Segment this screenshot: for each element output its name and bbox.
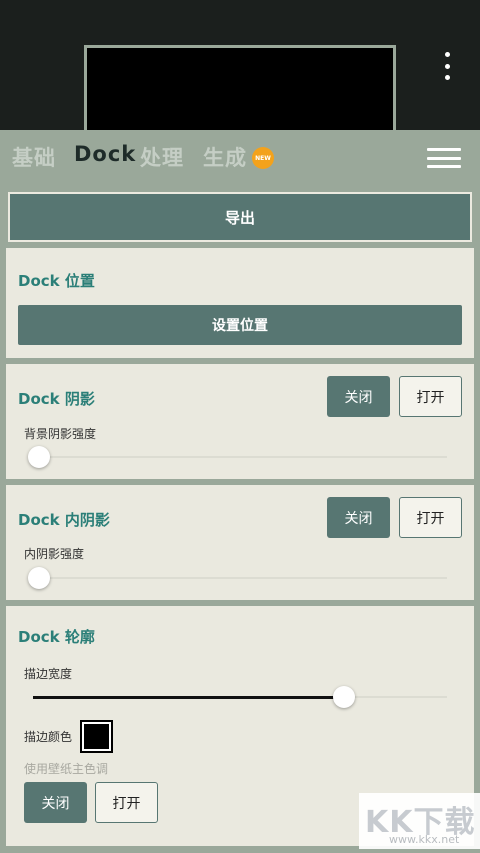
slider-thumb[interactable] xyxy=(332,686,355,708)
outline-color-swatch[interactable] xyxy=(80,720,113,753)
dock-preview xyxy=(84,45,396,135)
more-vert-icon[interactable] xyxy=(438,52,456,80)
wallpaper-color-hint[interactable]: 使用壁纸主色调 xyxy=(24,760,108,777)
new-badge: NEW xyxy=(252,147,274,169)
slider-thumb[interactable] xyxy=(28,446,50,468)
outline-off-button[interactable]: 关闭 xyxy=(24,782,87,823)
settings-content: 导出 Dock 位置 设置位置 Dock 阴影 关闭 打开 背景阴影强度 Doc… xyxy=(0,186,480,853)
shadow-on-button[interactable]: 打开 xyxy=(399,376,462,417)
inner-shadow-off-button[interactable]: 关闭 xyxy=(327,497,390,538)
watermark: KK下载 www.kkx.net xyxy=(359,793,480,849)
inner-shadow-on-button[interactable]: 打开 xyxy=(399,497,462,538)
slider-fill xyxy=(33,696,344,699)
card-title: Dock 内阴影 xyxy=(18,511,110,529)
card-title: Dock 轮廓 xyxy=(18,628,95,646)
card-dock-position: Dock 位置 设置位置 xyxy=(6,248,474,358)
slider-thumb[interactable] xyxy=(28,567,50,589)
inner-shadow-strength-label: 内阴影强度 xyxy=(24,547,85,561)
outline-on-button[interactable]: 打开 xyxy=(95,782,158,823)
tab-process[interactable]: 处理 xyxy=(140,142,184,172)
preview-area xyxy=(0,0,480,135)
shadow-off-button[interactable]: 关闭 xyxy=(327,376,390,417)
outline-color-label: 描边颜色 xyxy=(24,730,73,744)
shadow-strength-slider[interactable] xyxy=(28,446,447,468)
export-button[interactable]: 导出 xyxy=(8,192,472,242)
inner-shadow-strength-slider[interactable] xyxy=(28,567,447,589)
watermark-url: www.kkx.net xyxy=(389,833,460,846)
tab-generate[interactable]: 生成 xyxy=(203,142,247,172)
tab-dock[interactable]: Dock xyxy=(74,142,136,166)
card-title: Dock 阴影 xyxy=(18,390,95,408)
tab-bar: 基础 Dock 处理 生成 xyxy=(0,130,480,186)
hamburger-menu-icon[interactable] xyxy=(427,148,461,168)
shadow-strength-label: 背景阴影强度 xyxy=(24,427,97,441)
card-dock-shadow: Dock 阴影 关闭 打开 背景阴影强度 xyxy=(6,364,474,479)
set-position-button[interactable]: 设置位置 xyxy=(18,305,462,345)
tab-basic[interactable]: 基础 xyxy=(12,142,56,172)
card-title: Dock 位置 xyxy=(18,272,95,290)
card-dock-inner-shadow: Dock 内阴影 关闭 打开 内阴影强度 xyxy=(6,485,474,600)
outline-width-label: 描边宽度 xyxy=(24,667,73,681)
outline-width-slider[interactable] xyxy=(33,686,447,708)
